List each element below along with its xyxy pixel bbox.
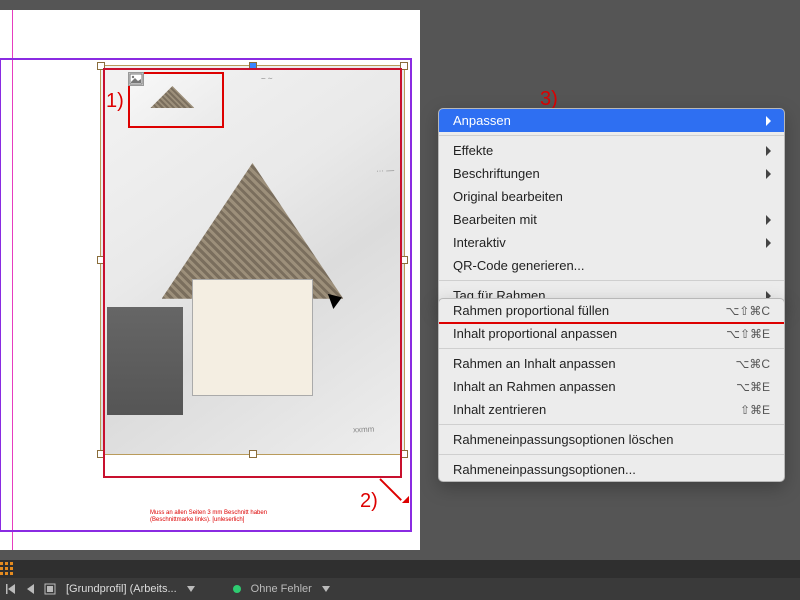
resize-handle[interactable]: [97, 256, 105, 264]
menu-item-rahmen-proportional-fuellen[interactable]: Rahmen proportional füllen ⌥⇧⌘C: [439, 299, 784, 322]
menu-item-beschriftungen[interactable]: Beschriftungen: [439, 162, 784, 185]
resize-handle[interactable]: [400, 450, 408, 458]
menu-separator: [439, 348, 784, 349]
menu-item-shortcut: ⌥⌘E: [736, 380, 770, 394]
nav-first-icon[interactable]: [6, 584, 16, 594]
tab-strip: [0, 560, 800, 578]
menu-item-original-bearbeiten[interactable]: Original bearbeiten: [439, 185, 784, 208]
menu-item-inhalt-an-rahmen[interactable]: Inhalt an Rahmen anpassen ⌥⌘E: [439, 375, 784, 398]
menu-item-qr-code[interactable]: QR-Code generieren...: [439, 254, 784, 277]
menu-item-shortcut: ⌥⇧⌘E: [726, 327, 770, 341]
resize-handle[interactable]: [249, 62, 257, 70]
status-document-icon[interactable]: [44, 583, 56, 595]
menu-separator: [439, 135, 784, 136]
status-bar: [Grundprofil] (Arbeits... Ohne Fehler: [0, 578, 800, 600]
dropdown-arrow-icon[interactable]: [187, 586, 195, 592]
menu-item-label: Rahmen proportional füllen: [453, 303, 609, 318]
menu-item-einpassung-loeschen[interactable]: Rahmeneinpassungsoptionen löschen: [439, 428, 784, 451]
menu-item-label: Anpassen: [453, 113, 511, 128]
resize-handle[interactable]: [400, 256, 408, 264]
annotation-label-1: 1): [106, 90, 124, 113]
menu-item-label: Rahmen an Inhalt anpassen: [453, 356, 616, 371]
dropdown-arrow-icon[interactable]: [322, 586, 330, 592]
document-canvas[interactable]: — — — ~ ~ ··· — xxmm Muss an allen Seite…: [0, 10, 420, 550]
sketch-annotation: xxmm: [353, 425, 375, 435]
menu-separator: [439, 424, 784, 425]
status-document-name[interactable]: [Grundprofil] (Arbeits...: [66, 583, 177, 595]
menu-item-label: QR-Code generieren...: [453, 258, 585, 273]
menu-item-label: Interaktiv: [453, 235, 506, 250]
menu-item-shortcut: ⇧⌘E: [740, 403, 770, 417]
sketch-annotation: ··· —: [376, 166, 395, 176]
annotation-arrow-icon: [380, 478, 410, 508]
menu-item-shortcut: ⌥⇧⌘C: [725, 304, 770, 318]
resize-handle[interactable]: [249, 450, 257, 458]
menu-separator: [439, 280, 784, 281]
panel-grid-icon[interactable]: [0, 562, 14, 576]
submenu-arrow-icon: [766, 146, 776, 156]
submenu-anpassen[interactable]: Rahmen proportional füllen ⌥⇧⌘C Inhalt p…: [438, 298, 785, 482]
nav-prev-icon[interactable]: [26, 584, 34, 594]
menu-item-effekte[interactable]: Effekte: [439, 139, 784, 162]
menu-item-label: Effekte: [453, 143, 493, 158]
submenu-arrow-icon: [766, 116, 776, 126]
menu-item-label: Bearbeiten mit: [453, 212, 537, 227]
annotation-label-2: 2): [360, 490, 378, 513]
menu-item-shortcut: ⌥⌘C: [736, 357, 771, 371]
menu-item-anpassen[interactable]: Anpassen: [439, 109, 784, 132]
menu-item-label: Rahmeneinpassungsoptionen...: [453, 462, 636, 477]
resize-handle[interactable]: [400, 62, 408, 70]
context-menu[interactable]: Anpassen Effekte Beschriftungen Original…: [438, 108, 785, 308]
menu-item-bearbeiten-mit[interactable]: Bearbeiten mit: [439, 208, 784, 231]
menu-item-label: Beschriftungen: [453, 166, 540, 181]
bleed-note: Muss an allen Seiten 3 mm Beschnitt habe…: [150, 510, 270, 523]
menu-item-label: Original bearbeiten: [453, 189, 563, 204]
status-errors[interactable]: Ohne Fehler: [251, 583, 312, 595]
preflight-ok-icon: [233, 585, 241, 593]
menu-item-label: Inhalt proportional anpassen: [453, 326, 617, 341]
menu-item-interaktiv[interactable]: Interaktiv: [439, 231, 784, 254]
app-viewport: — — — ~ ~ ··· — xxmm Muss an allen Seite…: [0, 0, 800, 560]
resize-handle[interactable]: [97, 450, 105, 458]
submenu-arrow-icon: [766, 238, 776, 248]
menu-item-rahmen-an-inhalt[interactable]: Rahmen an Inhalt anpassen ⌥⌘C: [439, 352, 784, 375]
cursor-pointer-icon: [330, 290, 350, 306]
menu-separator: [439, 454, 784, 455]
menu-item-inhalt-proportional-anpassen[interactable]: Inhalt proportional anpassen ⌥⇧⌘E: [439, 322, 784, 345]
menu-item-label: Inhalt an Rahmen anpassen: [453, 379, 616, 394]
menu-item-einpassungsoptionen[interactable]: Rahmeneinpassungsoptionen...: [439, 458, 784, 481]
menu-item-label: Rahmeneinpassungsoptionen löschen: [453, 432, 673, 447]
menu-item-label: Inhalt zentrieren: [453, 402, 546, 417]
sketch-annotation: ~ ~: [261, 74, 273, 83]
resize-handle[interactable]: [97, 62, 105, 70]
submenu-arrow-icon: [766, 215, 776, 225]
content-thumbnail[interactable]: [128, 72, 224, 128]
submenu-arrow-icon: [766, 169, 776, 179]
menu-item-inhalt-zentrieren[interactable]: Inhalt zentrieren ⇧⌘E: [439, 398, 784, 421]
